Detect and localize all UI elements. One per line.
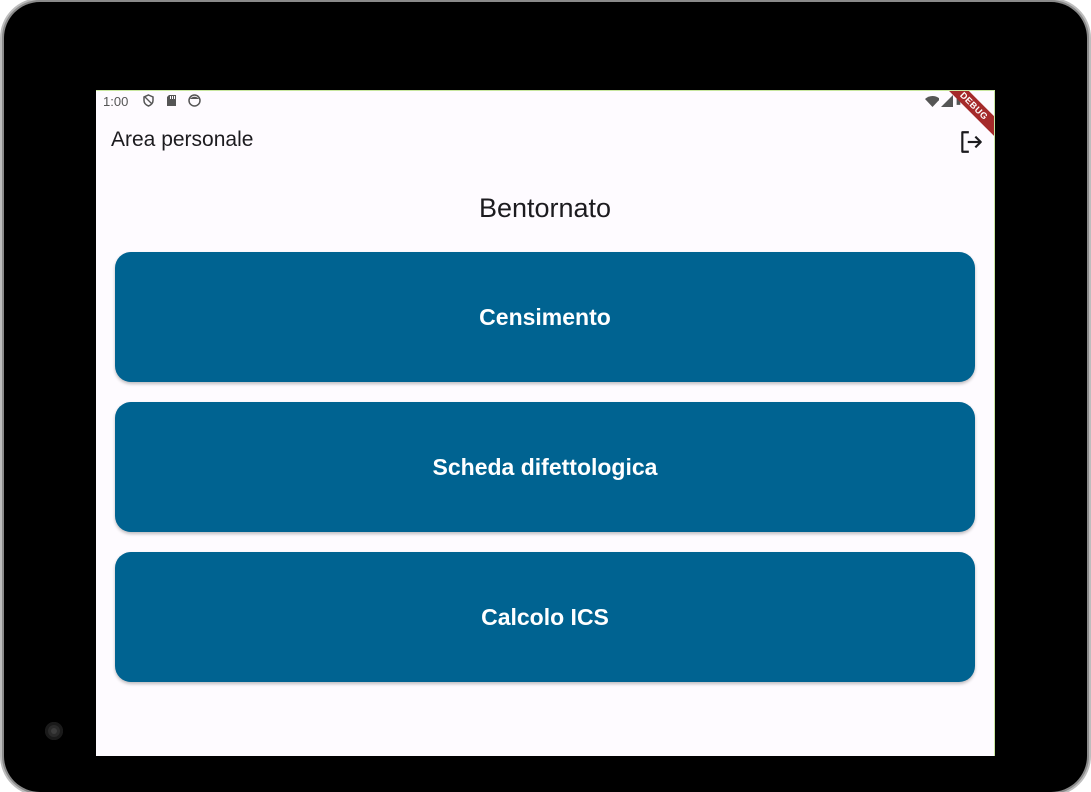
welcome-heading: Bentornato [478, 193, 612, 223]
button-label: Calcolo ICS [481, 603, 609, 630]
button-label: Censimento [479, 303, 611, 330]
wifi-icon [925, 96, 939, 107]
app-screen: 1:00 DEBUG Area personale Bentornato Cen… [96, 90, 995, 756]
camera-icon [45, 722, 63, 740]
face-icon [188, 94, 201, 107]
status-time: 1:00 [103, 94, 129, 109]
scheda-difettologica-button[interactable]: Scheda difettologica [115, 402, 975, 532]
signal-icon [941, 95, 953, 107]
logout-icon[interactable] [958, 129, 984, 155]
calcolo-ics-button[interactable]: Calcolo ICS [115, 552, 975, 682]
shield-icon [143, 94, 154, 107]
button-label: Scheda difettologica [432, 453, 658, 480]
page-title: Area personale [111, 128, 254, 151]
status-bar: 1:00 DEBUG [96, 91, 994, 141]
status-icons-left [142, 94, 201, 107]
censimento-button[interactable]: Censimento [115, 252, 975, 382]
app-bar: Area personale [96, 113, 994, 169]
sd-card-icon [167, 95, 176, 106]
device-frame: 1:00 DEBUG Area personale Bentornato Cen… [0, 0, 1091, 792]
